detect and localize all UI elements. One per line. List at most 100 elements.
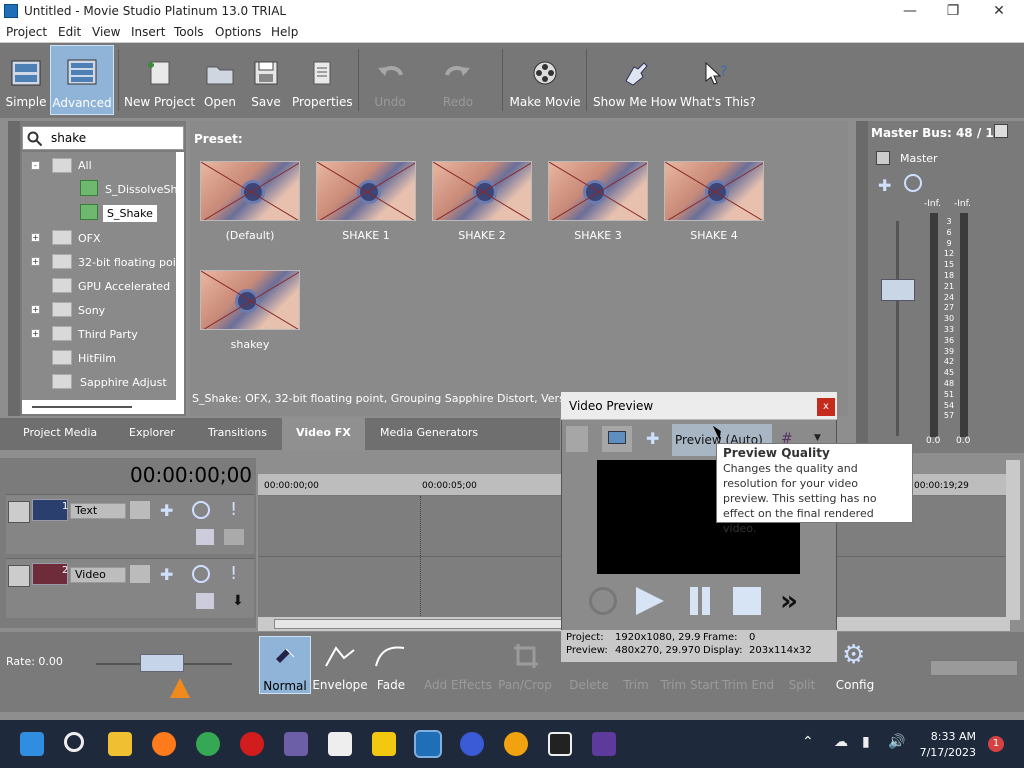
app-s-icon[interactable] [504, 732, 528, 756]
tree-item-all[interactable]: All [78, 159, 92, 172]
play-icon[interactable] [636, 587, 664, 615]
track-motion-icon[interactable] [130, 565, 150, 583]
app-icon[interactable] [548, 732, 572, 756]
show-me-how-button[interactable]: Show Me How [592, 47, 678, 113]
clock-date[interactable]: 7/17/2023 [916, 746, 976, 759]
file-explorer-icon[interactable] [108, 732, 132, 756]
fast-forward-icon[interactable]: » [780, 584, 798, 617]
track-solo-icon[interactable]: ! [230, 499, 237, 520]
tree-item-sony[interactable]: Sony [78, 304, 105, 317]
pause-icon[interactable] [702, 587, 710, 615]
clock-time[interactable]: 8:33 AM [916, 730, 976, 743]
track-mute-icon[interactable] [192, 501, 210, 519]
preview-fx-icon[interactable]: ✚ [646, 429, 659, 448]
menu-options[interactable]: Options [215, 25, 261, 39]
preset-thumb-shakey[interactable] [200, 270, 300, 330]
chevron-up-icon[interactable]: ⌃ [802, 734, 814, 750]
tab-video-fx[interactable]: Video FX [282, 418, 365, 450]
firefox-icon[interactable] [152, 732, 176, 756]
chrome-icon[interactable] [196, 732, 220, 756]
track-fx-icon[interactable]: ✚ [160, 501, 173, 520]
tree-scrollbar[interactable] [176, 152, 184, 400]
tree-item-third-party[interactable]: Third Party [78, 328, 138, 341]
fader-handle[interactable] [881, 279, 915, 301]
tree-hscrollbar[interactable] [22, 400, 184, 414]
envelope-tool-button[interactable]: Envelope [312, 636, 368, 694]
search-box[interactable]: shake [22, 126, 184, 150]
fade-tool-button[interactable]: Fade [368, 636, 414, 694]
start-icon[interactable] [20, 732, 44, 756]
panel-gripper[interactable] [856, 121, 868, 453]
config-button[interactable]: ⚙ Config [832, 636, 878, 694]
stop-icon[interactable] [733, 587, 761, 615]
preset-thumb-shake-4[interactable] [664, 161, 764, 221]
close-icon[interactable]: x [817, 398, 835, 416]
save-button[interactable]: Save [246, 47, 286, 113]
record-icon[interactable] [589, 587, 617, 615]
tree-item-ofx[interactable]: OFX [78, 232, 101, 245]
compositing-icon[interactable] [196, 593, 214, 609]
preview-properties-icon[interactable] [566, 426, 588, 452]
track-expand-icon[interactable] [8, 565, 30, 587]
collapse-icon[interactable]: - [31, 161, 40, 170]
menu-project[interactable]: Project [6, 25, 47, 39]
search-icon[interactable] [64, 732, 84, 752]
bus-properties-icon[interactable] [994, 124, 1008, 138]
minimize-icon[interactable]: — [895, 2, 925, 22]
expand-icon[interactable]: + [31, 257, 40, 266]
film-app-icon[interactable] [284, 732, 308, 756]
tree-item-s-shake[interactable]: S_Shake [103, 205, 157, 222]
normal-tool-button[interactable]: Normal [259, 636, 311, 694]
track-name-text[interactable]: Text [70, 503, 126, 519]
pan-crop-button[interactable]: Pan/Crop [494, 636, 556, 694]
preset-thumb-shake-2[interactable] [432, 161, 532, 221]
arrow-down-icon[interactable]: ⬇ [232, 593, 244, 609]
tree-item-hitfilm[interactable]: HitFilm [78, 352, 116, 365]
rate-slider-handle[interactable] [140, 654, 184, 672]
track-solo-icon[interactable]: ! [230, 563, 237, 584]
mute-icon[interactable] [904, 174, 922, 192]
panel-gripper[interactable] [8, 121, 20, 416]
pause-icon[interactable] [690, 587, 698, 615]
tree-item-32bit[interactable]: 32-bit floating poin [78, 256, 183, 269]
preset-thumb-shake-1[interactable] [316, 161, 416, 221]
network-icon[interactable]: ☁ [834, 734, 848, 750]
track-name-video[interactable]: Video [70, 567, 126, 583]
track-mute-icon[interactable] [192, 565, 210, 583]
video-app-icon[interactable] [592, 732, 616, 756]
recorder-icon[interactable] [240, 732, 264, 756]
app-y-icon[interactable] [372, 732, 396, 756]
properties-button[interactable]: Properties [292, 47, 353, 113]
preset-thumb-default[interactable] [200, 161, 300, 221]
tab-media-generators[interactable]: Media Generators [380, 426, 478, 439]
app-v-icon[interactable] [460, 732, 484, 756]
track-motion-icon[interactable] [130, 501, 150, 519]
restore-icon[interactable]: ❐ [938, 2, 968, 22]
timeline-vscrollbar[interactable] [1006, 460, 1020, 620]
track-fx-icon[interactable]: ✚ [160, 565, 173, 584]
expand-icon[interactable]: + [31, 329, 40, 338]
track-header-video[interactable]: 2 Video ✚ ! ⬇ [6, 558, 254, 618]
tab-transitions[interactable]: Transitions [208, 426, 267, 439]
monitor-icon[interactable] [602, 426, 632, 452]
battery-icon[interactable]: ▮ [862, 734, 870, 750]
notification-badge[interactable]: 1 [988, 736, 1004, 752]
menu-view[interactable]: View [92, 25, 120, 39]
tab-explorer[interactable]: Explorer [129, 426, 175, 439]
track-header-text[interactable]: 1 Text ✚ ! [6, 494, 254, 554]
tree-item-gpu[interactable]: GPU Accelerated [78, 280, 170, 293]
make-movie-button[interactable]: Make Movie [508, 47, 582, 113]
zoom-slider[interactable] [930, 660, 1018, 676]
volume-icon[interactable]: 🔊 [888, 734, 905, 750]
tree-item-sapphire-adjust[interactable]: Sapphire Adjust [80, 376, 167, 389]
menu-insert[interactable]: Insert [131, 25, 165, 39]
menu-help[interactable]: Help [271, 25, 298, 39]
close-icon[interactable]: ✕ [984, 2, 1014, 22]
whats-this-button[interactable]: ? What's This? [680, 47, 756, 113]
fx-icon[interactable]: ✚ [878, 176, 891, 195]
menu-edit[interactable]: Edit [58, 25, 81, 39]
7zip-icon[interactable] [328, 732, 352, 756]
add-effects-button[interactable]: Add Effects [424, 636, 492, 694]
redo-button[interactable]: Redo [432, 47, 484, 113]
track-expand-icon[interactable] [8, 501, 30, 523]
